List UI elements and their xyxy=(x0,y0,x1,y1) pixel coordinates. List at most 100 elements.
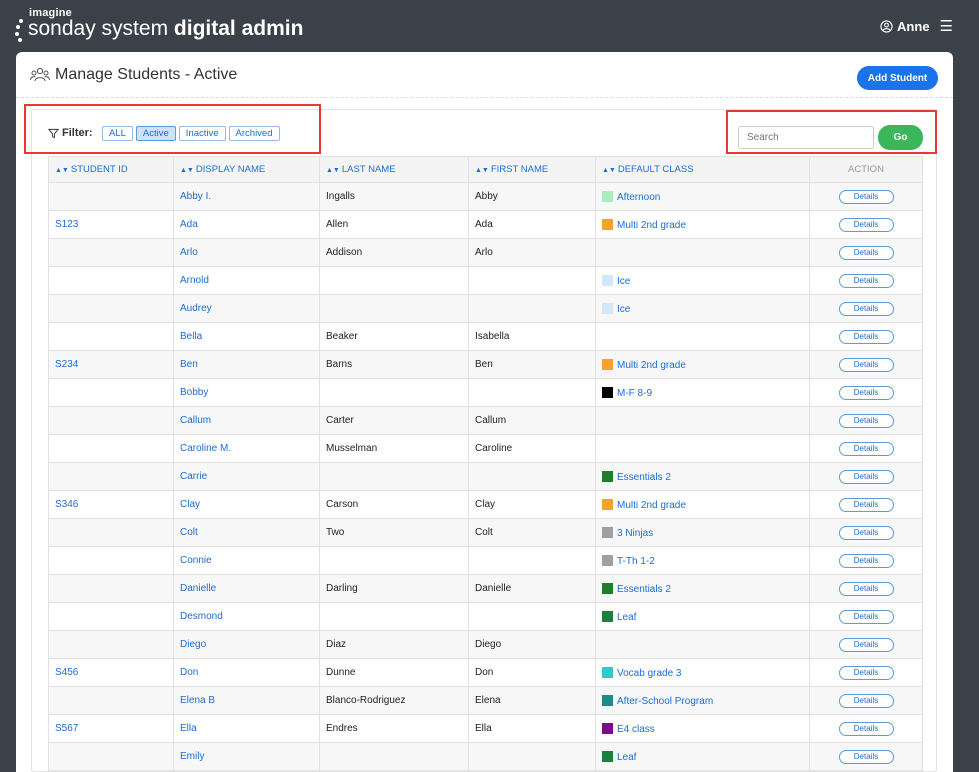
display-name-link[interactable]: Caroline M. xyxy=(180,443,231,454)
search-input[interactable] xyxy=(738,126,874,149)
details-button[interactable]: Details xyxy=(838,273,894,288)
details-button[interactable]: Details xyxy=(838,469,894,484)
student-id-cell xyxy=(48,322,174,351)
filter-archived-button[interactable]: Archived xyxy=(228,126,280,141)
go-button[interactable]: Go xyxy=(878,125,923,150)
first-name-cell xyxy=(468,294,596,323)
class-link[interactable]: Leaf xyxy=(617,612,636,623)
display-name-link[interactable]: Bobby xyxy=(180,387,208,398)
details-button[interactable]: Details xyxy=(838,553,894,568)
display-name-link[interactable]: Audrey xyxy=(180,303,212,314)
details-button[interactable]: Details xyxy=(838,525,894,540)
class-link[interactable]: Multi 2nd grade xyxy=(617,500,686,511)
class-link[interactable]: 3 Ninjas xyxy=(617,528,653,539)
details-button[interactable]: Details xyxy=(838,413,894,428)
column-display-name[interactable]: ▲▼ DISPLAY NAME xyxy=(173,156,320,183)
details-button[interactable]: Details xyxy=(838,609,894,624)
column-first-name[interactable]: ▲▼ FIRST NAME xyxy=(468,156,596,183)
default-class-cell: 3 Ninjas xyxy=(595,518,810,547)
class-link[interactable]: T-Th 1-2 xyxy=(617,556,655,567)
class-link[interactable]: Multi 2nd grade xyxy=(617,220,686,231)
student-id-cell xyxy=(48,378,174,407)
column-default-class[interactable]: ▲▼ DEFAULT CLASS xyxy=(595,156,810,183)
display-name-link[interactable]: Connie xyxy=(180,555,212,566)
details-button[interactable]: Details xyxy=(838,329,894,344)
display-name-link[interactable]: Clay xyxy=(180,499,200,510)
details-button[interactable]: Details xyxy=(838,693,894,708)
details-button[interactable]: Details xyxy=(838,581,894,596)
last-name-cell: Beaker xyxy=(319,322,469,351)
user-menu[interactable]: Anne ☰ xyxy=(880,17,953,35)
student-id-link[interactable]: S456 xyxy=(55,667,78,678)
class-link[interactable]: E4 class xyxy=(617,724,655,735)
table-row: Emily Leaf Details xyxy=(48,742,923,771)
details-button[interactable]: Details xyxy=(838,245,894,260)
student-id-cell: S123 xyxy=(48,210,174,239)
display-name-link[interactable]: Desmond xyxy=(180,611,223,622)
action-cell: Details xyxy=(809,238,923,267)
details-button[interactable]: Details xyxy=(838,665,894,680)
display-name-link[interactable]: Ada xyxy=(180,219,198,230)
display-name-link[interactable]: Carrie xyxy=(180,471,207,482)
display-name-cell: Carrie xyxy=(173,462,320,491)
student-id-link[interactable]: S346 xyxy=(55,499,78,510)
display-name-link[interactable]: Don xyxy=(180,667,198,678)
display-name-link[interactable]: Callum xyxy=(180,415,211,426)
class-link[interactable]: Vocab grade 3 xyxy=(617,668,682,679)
display-name-link[interactable]: Colt xyxy=(180,527,198,538)
sort-icon: ▲▼ xyxy=(326,167,340,174)
display-name-cell: Caroline M. xyxy=(173,434,320,463)
table-row: Bobby M-F 8-9 Details xyxy=(48,378,923,407)
details-button[interactable]: Details xyxy=(838,441,894,456)
display-name-link[interactable]: Ben xyxy=(180,359,198,370)
student-id-link[interactable]: S123 xyxy=(55,219,78,230)
last-name-cell: Musselman xyxy=(319,434,469,463)
class-link[interactable]: Multi 2nd grade xyxy=(617,360,686,371)
filter-bar: Filter: ALL Active Inactive Archived Go xyxy=(32,110,936,156)
display-name-link[interactable]: Arlo xyxy=(180,247,198,258)
details-button[interactable]: Details xyxy=(838,497,894,512)
details-button[interactable]: Details xyxy=(838,749,894,764)
details-button[interactable]: Details xyxy=(838,301,894,316)
column-last-name[interactable]: ▲▼ LAST NAME xyxy=(319,156,469,183)
student-id-link[interactable]: S567 xyxy=(55,723,78,734)
display-name-link[interactable]: Emily xyxy=(180,751,204,762)
display-name-link[interactable]: Abby I. xyxy=(180,191,211,202)
student-id-cell: S234 xyxy=(48,350,174,379)
hamburger-menu-icon[interactable]: ☰ xyxy=(940,17,953,35)
details-button[interactable]: Details xyxy=(838,385,894,400)
class-link[interactable]: Ice xyxy=(617,276,630,287)
display-name-link[interactable]: Diego xyxy=(180,639,206,650)
details-button[interactable]: Details xyxy=(838,357,894,372)
last-name-cell: Barns xyxy=(319,350,469,379)
details-button[interactable]: Details xyxy=(838,637,894,652)
add-student-button[interactable]: Add Student xyxy=(857,66,938,90)
details-button[interactable]: Details xyxy=(838,189,894,204)
class-link[interactable]: After-School Program xyxy=(617,696,713,707)
class-link[interactable]: Essentials 2 xyxy=(617,472,671,483)
display-name-link[interactable]: Elena B xyxy=(180,695,215,706)
last-name-cell: Diaz xyxy=(319,630,469,659)
filter-all-button[interactable]: ALL xyxy=(102,126,133,141)
display-name-link[interactable]: Arnold xyxy=(180,275,209,286)
filter-options: ALL Active Inactive Archived xyxy=(102,126,280,141)
details-button[interactable]: Details xyxy=(838,217,894,232)
display-name-cell: Bobby xyxy=(173,378,320,407)
class-link[interactable]: Essentials 2 xyxy=(617,584,671,595)
class-link[interactable]: Ice xyxy=(617,304,630,315)
class-link[interactable]: Afternoon xyxy=(617,192,660,203)
column-student-id[interactable]: ▲▼ STUDENT ID xyxy=(48,156,174,183)
display-name-link[interactable]: Bella xyxy=(180,331,202,342)
brand-name: sonday system digital admin xyxy=(28,17,304,40)
details-button[interactable]: Details xyxy=(838,721,894,736)
class-color-swatch xyxy=(602,722,613,734)
filter-active-button[interactable]: Active xyxy=(135,126,176,141)
display-name-cell: Ada xyxy=(173,210,320,239)
display-name-link[interactable]: Ella xyxy=(180,723,197,734)
student-id-link[interactable]: S234 xyxy=(55,359,78,370)
user-name: Anne xyxy=(897,18,930,34)
filter-inactive-button[interactable]: Inactive xyxy=(178,126,226,141)
class-link[interactable]: Leaf xyxy=(617,752,636,763)
class-link[interactable]: M-F 8-9 xyxy=(617,388,652,399)
display-name-link[interactable]: Danielle xyxy=(180,583,216,594)
